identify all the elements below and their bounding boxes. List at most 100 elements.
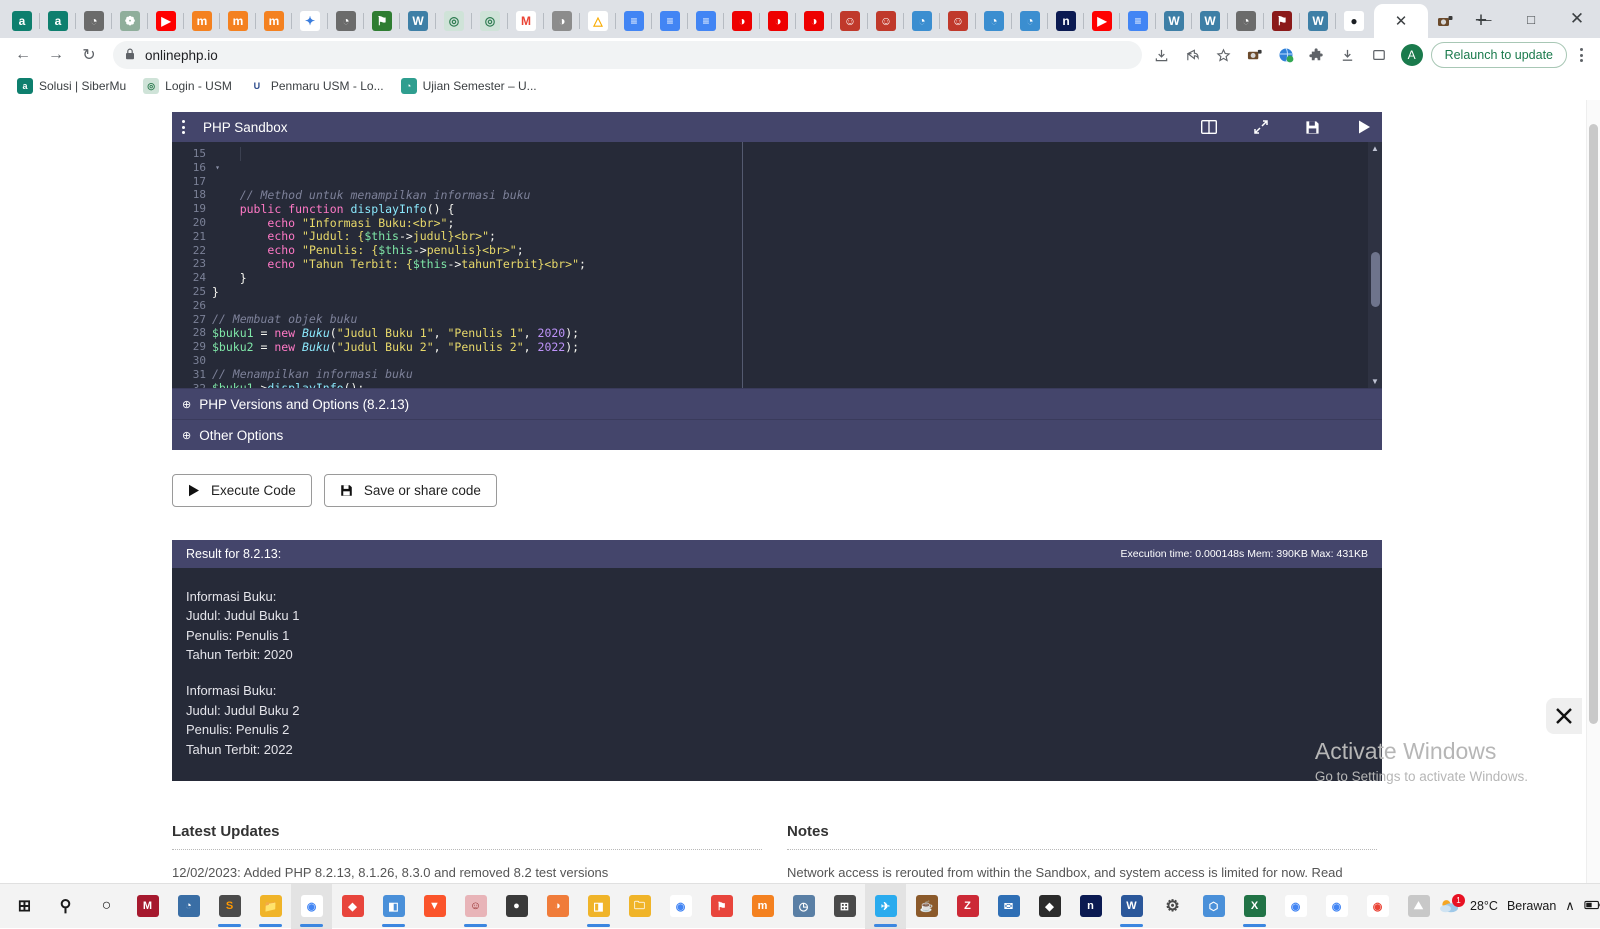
bookmark-item[interactable]: ◔ Ujian Semester – U... <box>394 75 544 97</box>
globe-extension-icon[interactable] <box>1272 41 1300 69</box>
share-icon[interactable] <box>1179 41 1207 69</box>
tab-shield-badge[interactable]: ⚑ <box>1264 4 1300 38</box>
scroll-up-icon[interactable]: ▲ <box>1371 142 1379 155</box>
tab-globe-gray[interactable]: ◔ <box>76 4 112 38</box>
chrome-app-4[interactable]: ◉ <box>1316 884 1357 929</box>
telegram-app[interactable]: ✈ <box>865 883 906 929</box>
close-overlay-button[interactable] <box>1546 698 1582 734</box>
tab-google-docs-3[interactable]: ≡ <box>688 4 724 38</box>
mail-app[interactable]: ✉ <box>988 884 1029 929</box>
scroll-down-icon[interactable]: ▼ <box>1371 375 1379 388</box>
avatar-app[interactable]: ☺ <box>455 884 496 929</box>
xampp-control-app[interactable]: ◨ <box>578 884 619 929</box>
moodle-app[interactable]: m <box>742 884 783 929</box>
tab-google-drive[interactable]: △ <box>580 4 616 38</box>
mendeley-app[interactable]: M <box>127 884 168 929</box>
tab-avatar-red[interactable]: ☺ <box>832 4 868 38</box>
forward-icon[interactable]: → <box>41 40 71 70</box>
tab-redhat[interactable]: ◑ <box>724 4 760 38</box>
kebab-menu-icon[interactable] <box>182 120 185 134</box>
run-icon[interactable] <box>1356 119 1372 135</box>
red-app[interactable]: ◆ <box>332 884 373 929</box>
split-view-icon[interactable] <box>1201 120 1217 134</box>
tab-avatar-red-2[interactable]: ☺ <box>868 4 904 38</box>
notion-app[interactable]: n <box>1070 884 1111 929</box>
code-app[interactable]: ⬡ <box>1193 884 1234 929</box>
side-panel-icon[interactable] <box>1365 41 1393 69</box>
save-icon[interactable] <box>1305 120 1320 135</box>
chrome-app-5[interactable]: ◉ <box>1357 884 1398 929</box>
save-or-share-code-button[interactable]: Save or share code <box>323 474 497 507</box>
bookmark-star-icon[interactable] <box>1210 41 1238 69</box>
execute-code-button[interactable]: Execute Code <box>172 474 312 507</box>
tab-moodle-orange-3[interactable]: m <box>256 4 292 38</box>
tab-globe-gray-2[interactable]: ◔ <box>328 4 364 38</box>
chrome-menu-icon[interactable] <box>1570 48 1592 62</box>
zotero-app[interactable]: Z <box>947 884 988 929</box>
tab-usm-login[interactable]: ◎ <box>436 4 472 38</box>
brave-browser-app[interactable]: ▼ <box>414 884 455 929</box>
battery-icon[interactable] <box>1584 899 1600 914</box>
obs-app[interactable]: ◑ <box>537 884 578 929</box>
start-button[interactable]: ⊞ <box>4 884 45 929</box>
expand-icon[interactable] <box>1253 119 1269 135</box>
tab-openai[interactable]: ❁ <box>112 4 148 38</box>
tab-globe-world-3[interactable]: ◔ <box>1012 4 1048 38</box>
xampp-app[interactable]: ◧ <box>373 884 414 929</box>
camera-icon[interactable] <box>1428 4 1462 38</box>
editor-scroll-thumb[interactable] <box>1371 252 1380 307</box>
tab-redhat-3[interactable]: ◑ <box>796 4 832 38</box>
globe-app[interactable]: ◔ <box>168 884 209 929</box>
tab-github[interactable]: ● <box>1336 4 1372 38</box>
tab-globe-world-2[interactable]: ◔ <box>976 4 1012 38</box>
sublime-text-app[interactable]: S <box>209 884 250 929</box>
folder-app[interactable]: 🗀 <box>619 884 660 929</box>
editor-code[interactable]: // Method untuk menampilkan informasi bu… <box>212 142 1382 388</box>
active-tab[interactable]: ✕ <box>1374 4 1428 38</box>
tab-gmail[interactable]: M <box>508 4 544 38</box>
close-window-button[interactable]: ✕ <box>1554 0 1600 38</box>
editor-scrollbar[interactable]: ▲ ▼ <box>1368 142 1382 388</box>
tab-abbreviation-teal-2[interactable]: a <box>40 4 76 38</box>
tab-redhat-2[interactable]: ◑ <box>760 4 796 38</box>
reload-icon[interactable]: ↻ <box>74 40 104 70</box>
google-chrome-app[interactable]: ◉ <box>291 883 332 929</box>
clock-app[interactable]: ◷ <box>783 884 824 929</box>
relaunch-to-update-button[interactable]: Relaunch to update <box>1430 42 1567 68</box>
diamond-app[interactable]: ◆ <box>1029 884 1070 929</box>
close-tab-icon[interactable]: ✕ <box>1395 14 1408 29</box>
bookmark-item[interactable]: ◎ Login - USM <box>136 75 239 97</box>
bookmark-item[interactable]: U Penmaru USM - Lo... <box>242 75 391 97</box>
tab-wordpress-4[interactable]: W <box>1300 4 1336 38</box>
tab-google-docs[interactable]: ≡ <box>616 4 652 38</box>
tab-moodle-orange[interactable]: m <box>184 4 220 38</box>
sidebar-item-other-options[interactable]: ⊕ Other Options <box>172 419 1382 450</box>
excel-app[interactable]: X <box>1234 884 1275 929</box>
page-scrollbar[interactable] <box>1586 100 1600 883</box>
tab-google-docs-4[interactable]: ≡ <box>1120 4 1156 38</box>
address-bar[interactable]: onlinephp.io <box>113 41 1142 69</box>
tab-avatar-red-3[interactable]: ☺ <box>940 4 976 38</box>
tab-redhat-gray[interactable]: ◑ <box>544 4 580 38</box>
tab-google-docs-2[interactable]: ≡ <box>652 4 688 38</box>
maximize-button[interactable]: □ <box>1508 0 1554 38</box>
tab-moodle-orange-2[interactable]: m <box>220 4 256 38</box>
photos-app[interactable]: ⛰ <box>1398 884 1439 929</box>
calculator-app[interactable]: ⊞ <box>824 884 865 929</box>
back-icon[interactable]: ← <box>8 40 38 70</box>
settings-app[interactable]: ⚙ <box>1152 884 1193 929</box>
tab-npm[interactable]: n <box>1048 4 1084 38</box>
page-scroll-thumb[interactable] <box>1589 124 1598 724</box>
puzzle-extensions-icon[interactable] <box>1303 41 1331 69</box>
chevron-up-icon[interactable]: ∧ <box>1565 898 1575 914</box>
coffee-app[interactable]: ☕ <box>906 884 947 929</box>
install-icon[interactable] <box>1148 41 1176 69</box>
dark-app[interactable]: ● <box>496 884 537 929</box>
downloads-icon[interactable] <box>1334 41 1362 69</box>
bookmark-item[interactable]: a Solusi | SiberMu <box>10 75 133 97</box>
tab-wordpress-3[interactable]: W <box>1192 4 1228 38</box>
search-button[interactable]: ⚲ <box>45 884 86 929</box>
shield-app[interactable]: ⚑ <box>701 884 742 929</box>
code-editor[interactable]: 1516▾17181920212223242526272829303132 //… <box>172 142 1382 388</box>
tab-abbreviation-teal[interactable]: a <box>4 4 40 38</box>
